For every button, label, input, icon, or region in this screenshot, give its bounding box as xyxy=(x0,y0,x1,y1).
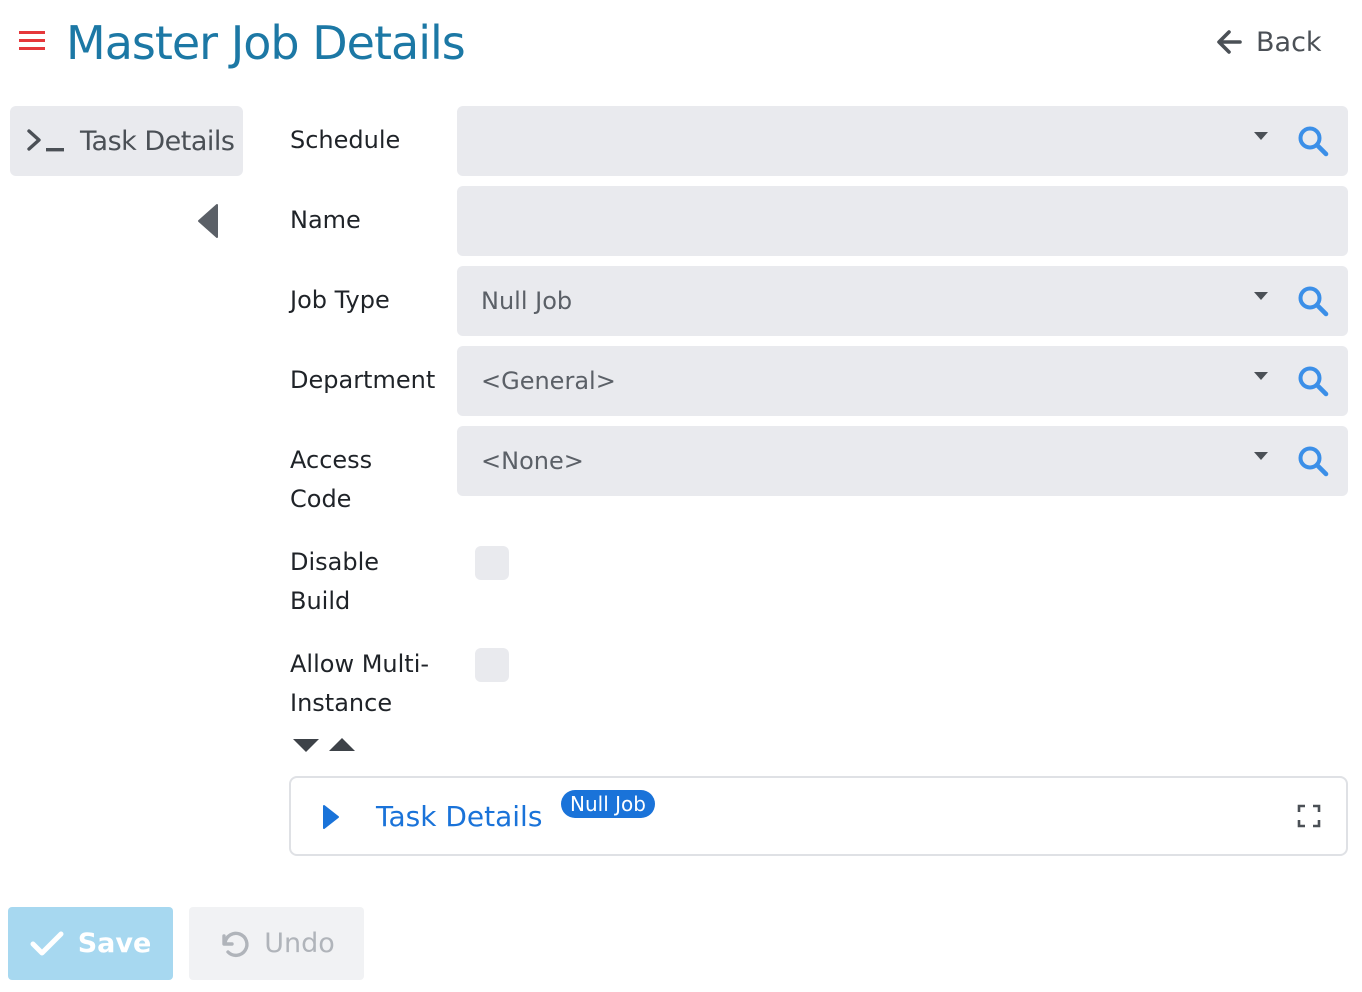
job-type-value: Null Job xyxy=(481,287,573,315)
expand-collapse-toggles xyxy=(292,737,358,755)
caret-down-icon[interactable] xyxy=(1254,372,1268,380)
access-code-label: Access Code xyxy=(290,441,450,519)
hamburger-menu-icon[interactable] xyxy=(19,30,45,52)
back-label: Back xyxy=(1256,26,1322,58)
disable-build-label: Disable Build xyxy=(290,543,450,621)
schedule-label: Schedule xyxy=(290,126,401,154)
disable-build-label-line1: Disable xyxy=(290,548,380,576)
caret-down-icon[interactable] xyxy=(1254,132,1268,140)
search-icon[interactable] xyxy=(1297,365,1329,397)
sidebar-tab-task-details[interactable]: Task Details xyxy=(10,106,243,176)
job-type-badge: Null Job xyxy=(561,790,655,818)
undo-icon xyxy=(222,931,249,957)
task-details-panel: Task Details Null Job xyxy=(289,776,1348,856)
name-label: Name xyxy=(290,206,361,234)
access-code-value: <None> xyxy=(481,447,584,475)
expand-icon[interactable] xyxy=(1297,804,1321,828)
search-icon[interactable] xyxy=(1297,445,1329,477)
save-label: Save xyxy=(77,928,152,959)
back-button[interactable]: Back xyxy=(1214,20,1334,64)
undo-label: Undo xyxy=(264,928,335,959)
terminal-icon xyxy=(27,129,64,152)
collapse-all-caret-up-icon[interactable] xyxy=(328,737,356,753)
disable-build-checkbox[interactable] xyxy=(475,546,509,580)
department-select[interactable]: <General> xyxy=(457,346,1348,416)
caret-right-icon[interactable] xyxy=(321,804,341,830)
search-icon[interactable] xyxy=(1297,125,1329,157)
allow-multi-instance-label-line1: Allow Multi- xyxy=(290,650,430,678)
allow-multi-instance-label: Allow Multi- Instance xyxy=(290,645,450,723)
allow-multi-instance-label-line2: Instance xyxy=(290,689,393,717)
department-value: <General> xyxy=(481,367,616,395)
department-label: Department xyxy=(290,366,436,394)
schedule-select[interactable] xyxy=(457,106,1348,176)
job-type-label: Job Type xyxy=(290,286,390,314)
check-icon xyxy=(30,931,64,955)
search-icon[interactable] xyxy=(1297,285,1329,317)
collapse-sidebar-icon[interactable] xyxy=(196,203,220,239)
page-title: Master Job Details xyxy=(66,16,466,70)
job-type-select[interactable]: Null Job xyxy=(457,266,1348,336)
undo-button[interactable]: Undo xyxy=(189,907,364,980)
task-details-panel-title[interactable]: Task Details xyxy=(376,798,542,836)
access-code-label-line2: Code xyxy=(290,485,352,513)
save-button[interactable]: Save xyxy=(8,907,173,980)
arrow-left-icon xyxy=(1217,30,1242,54)
caret-down-icon[interactable] xyxy=(1254,292,1268,300)
name-input[interactable] xyxy=(457,186,1348,256)
caret-down-icon[interactable] xyxy=(1254,452,1268,460)
access-code-label-line1: Access xyxy=(290,446,373,474)
allow-multi-instance-checkbox[interactable] xyxy=(475,648,509,682)
disable-build-label-line2: Build xyxy=(290,587,351,615)
expand-all-caret-down-icon[interactable] xyxy=(292,737,320,753)
sidebar-tab-label: Task Details xyxy=(80,125,235,157)
access-code-select[interactable]: <None> xyxy=(457,426,1348,496)
